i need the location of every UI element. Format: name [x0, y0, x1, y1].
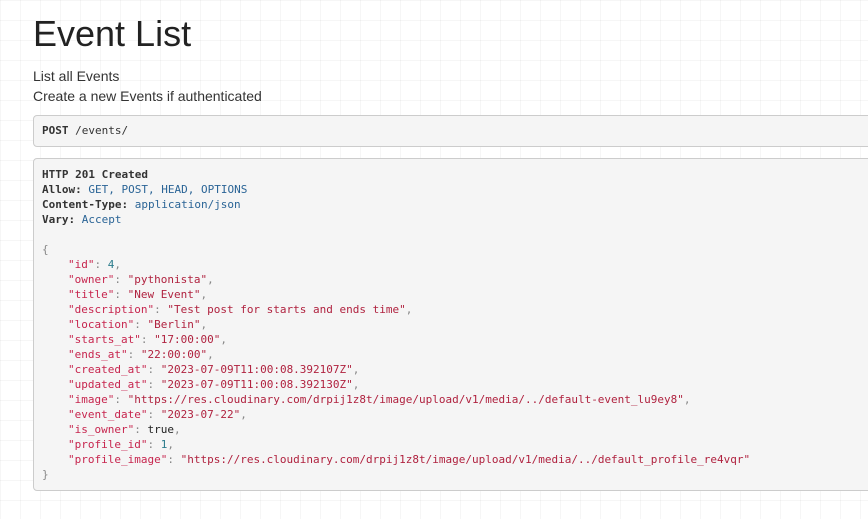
response-header: Vary: Accept: [42, 212, 868, 227]
json-key: "id": [68, 258, 95, 271]
json-value: "pythonista": [127, 273, 208, 286]
request-info: POST /events/: [33, 115, 868, 147]
json-key: "location": [68, 318, 135, 331]
json-field: "starts_at": "17:00:00",: [68, 333, 227, 346]
header-value: GET, POST, HEAD, OPTIONS: [88, 183, 248, 196]
json-key: "event_date": [68, 408, 148, 421]
header-name: Allow:: [42, 183, 82, 196]
json-key: "ends_at": [68, 348, 128, 361]
json-value: "Test post for starts and ends time": [167, 303, 406, 316]
json-key: "title": [68, 288, 115, 301]
header-value: application/json: [134, 198, 241, 211]
json-field: "owner": "pythonista",: [68, 273, 214, 286]
response-header: Allow: GET, POST, HEAD, OPTIONS: [42, 182, 868, 197]
json-value: "2023-07-22": [160, 408, 241, 421]
json-value: "https://res.cloudinary.com/drpij1z8t/im…: [127, 393, 684, 406]
json-key: "description": [68, 303, 155, 316]
page-description: List all Events Create a new Events if a…: [33, 66, 262, 106]
response-status: HTTP 201 Created: [42, 168, 148, 181]
json-value: "22:00:00": [140, 348, 208, 361]
header-value: Accept: [81, 213, 122, 226]
json-field: "description": "Test post for starts and…: [68, 303, 413, 316]
json-value: "https://res.cloudinary.com/drpij1z8t/im…: [180, 453, 751, 466]
response-info: HTTP 201 Created Allow: GET, POST, HEAD,…: [33, 158, 868, 491]
json-key: "owner": [68, 273, 115, 286]
json-key: "image": [68, 393, 115, 406]
json-open-brace: {: [42, 243, 49, 256]
json-value: true: [147, 423, 174, 436]
request-path: /events/: [75, 124, 129, 137]
json-field: "id": 4,: [68, 258, 121, 271]
json-value: "17:00:00": [154, 333, 221, 346]
description-line: List all Events: [33, 68, 120, 84]
json-value: "2023-07-09T11:00:08.392107Z": [160, 363, 353, 376]
json-field: "ends_at": "22:00:00",: [68, 348, 214, 361]
json-key: "profile_image": [68, 453, 168, 466]
json-key: "updated_at": [68, 378, 148, 391]
page-title: Event List: [33, 13, 192, 54]
json-field: "location": "Berlin",: [68, 318, 208, 331]
json-field: "created_at": "2023-07-09T11:00:08.39210…: [68, 363, 360, 376]
json-key: "profile_id": [68, 438, 148, 451]
json-field: "image": "https://res.cloudinary.com/drp…: [68, 393, 691, 406]
request-method: POST: [42, 124, 69, 137]
header-name: Vary:: [42, 213, 76, 226]
json-close-brace: }: [42, 468, 49, 481]
json-field: "profile_id": 1,: [68, 438, 174, 451]
json-body: "id": 4, "owner": "pythonista", "title": "…: [42, 257, 868, 467]
json-field: "updated_at": "2023-07-09T11:00:08.39213…: [68, 378, 360, 391]
json-value: "2023-07-09T11:00:08.392130Z": [160, 378, 353, 391]
json-key: "starts_at": [68, 333, 141, 346]
json-value: "New Event": [127, 288, 201, 301]
json-field: "profile_image": "https://res.cloudinary…: [68, 453, 751, 466]
header-name: Content-Type:: [42, 198, 129, 211]
json-field: "is_owner": true,: [68, 423, 181, 436]
response-header: Content-Type: application/json: [42, 197, 868, 212]
json-value: "Berlin": [147, 318, 201, 331]
json-key: "created_at": [68, 363, 148, 376]
json-field: "title": "New Event",: [68, 288, 208, 301]
json-key: "is_owner": [68, 423, 135, 436]
description-line: Create a new Events if authenticated: [33, 88, 262, 104]
json-field: "event_date": "2023-07-22",: [68, 408, 247, 421]
